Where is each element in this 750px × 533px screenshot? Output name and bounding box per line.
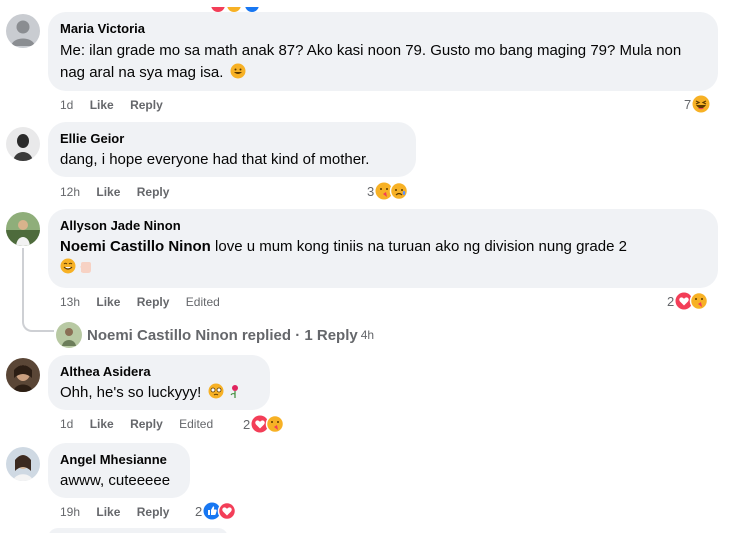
- reaction-count: 7: [684, 96, 692, 112]
- reply-time: 4h: [360, 328, 375, 342]
- avatar[interactable]: [6, 447, 40, 481]
- replier-name: Noemi Castillo Ninon: [87, 326, 238, 344]
- smile-and-hand-emoji-icon: [60, 258, 91, 274]
- edited-label: Edited: [179, 417, 214, 431]
- profile-photo-icon: [6, 212, 40, 246]
- reply-button[interactable]: Reply: [130, 417, 163, 431]
- comment-actions: 13h Like Reply Edited: [60, 294, 233, 310]
- care-sad-reactions-icon: [375, 182, 409, 200]
- comment-text: Me: ilan grade mo sa math anak 87? Ako k…: [60, 42, 682, 81]
- reaction-summary[interactable]: 2: [195, 502, 239, 520]
- comment-actions: 1d Like Reply Edited: [60, 416, 226, 432]
- comment-actions: 19h Like Reply: [60, 504, 182, 520]
- like-button[interactable]: Like: [96, 185, 120, 199]
- comment-bubble: Maria Victoria Me: ilan grade mo sa math…: [48, 12, 718, 91]
- comment-bubble: Allyson Jade Ninon Noemi Castillo Ninon …: [48, 209, 718, 288]
- like-button[interactable]: Like: [96, 295, 120, 309]
- comment-author[interactable]: Allyson Jade Ninon: [60, 218, 706, 234]
- default-avatar-icon: [6, 14, 40, 48]
- like-love-reactions-icon: [203, 502, 237, 520]
- comment-time[interactable]: 1d: [60, 417, 73, 431]
- profile-photo-icon: [6, 358, 40, 392]
- reaction-count: 2: [667, 293, 675, 309]
- comment-actions: 12h Like Reply: [60, 184, 182, 200]
- reaction-summary[interactable]: 3: [367, 182, 411, 200]
- reaction-count: 2: [195, 503, 203, 519]
- comment-time[interactable]: 1d: [60, 98, 73, 112]
- view-replies-link[interactable]: Noemi Castillo Ninon replied · 1 Reply 4…: [56, 322, 374, 348]
- reply-button[interactable]: Reply: [137, 295, 170, 309]
- love-care-reactions-icon: [675, 292, 709, 310]
- reply-thread-line: [22, 248, 54, 332]
- edited-label: Edited: [185, 295, 220, 309]
- comment-time[interactable]: 12h: [60, 185, 80, 199]
- comment-bubble: Althea Asidera Ohh, he's so luckyyy!: [48, 355, 270, 410]
- comment-time[interactable]: 19h: [60, 505, 80, 519]
- previous-comment-edge: [0, 0, 750, 12]
- comment-author[interactable]: Maria Victoria: [60, 21, 706, 37]
- avatar[interactable]: [6, 14, 40, 48]
- like-button[interactable]: Like: [96, 505, 120, 519]
- grinning-emoji-icon: [230, 63, 246, 79]
- like-button[interactable]: Like: [90, 98, 114, 112]
- comment-bubble: Angel Mhesianne awww, cuteeeee: [48, 443, 190, 498]
- love-care-reactions-icon: [251, 415, 285, 433]
- reply-button[interactable]: Reply: [130, 98, 163, 112]
- comment-text: awww, cuteeeee: [60, 472, 171, 489]
- comment-author[interactable]: Angel Mhesianne: [60, 452, 178, 468]
- profile-photo-icon: [6, 127, 40, 161]
- reaction-summary[interactable]: 2: [243, 415, 287, 433]
- replier-avatar-icon: [56, 322, 82, 348]
- comment-text: Ohh, he's so luckyyy!: [60, 384, 202, 401]
- profile-photo-icon: [6, 447, 40, 481]
- reaction-summary[interactable]: 7: [684, 95, 710, 113]
- reply-button[interactable]: Reply: [137, 505, 170, 519]
- comment-text: dang, i hope everyone had that kind of m…: [60, 151, 370, 168]
- comment-time[interactable]: 13h: [60, 295, 80, 309]
- like-button[interactable]: Like: [90, 417, 114, 431]
- avatar[interactable]: [6, 358, 40, 392]
- reply-button[interactable]: Reply: [137, 185, 170, 199]
- comment-author[interactable]: Ellie Geior: [60, 131, 404, 147]
- reaction-count: 3: [367, 183, 375, 199]
- reaction-summary[interactable]: 2: [667, 292, 711, 310]
- haha-reaction-icon: [692, 95, 710, 113]
- comment-bubble: Ellie Geior dang, i hope everyone had th…: [48, 122, 416, 177]
- replies-count-label: replied · 1 Reply: [241, 326, 358, 344]
- comment-author[interactable]: Althea Asidera: [60, 364, 258, 380]
- next-comment-edge: [48, 528, 228, 533]
- reaction-count: 2: [243, 416, 251, 432]
- comment-text: love u mum kong tiniis na turuan ako ng …: [215, 238, 627, 255]
- comment-actions: 1d Like Reply: [60, 97, 176, 113]
- mention-link[interactable]: Noemi Castillo Ninon: [60, 238, 211, 255]
- pleading-and-rose-emoji-icon: [208, 383, 239, 399]
- avatar[interactable]: [6, 212, 40, 246]
- avatar[interactable]: [6, 127, 40, 161]
